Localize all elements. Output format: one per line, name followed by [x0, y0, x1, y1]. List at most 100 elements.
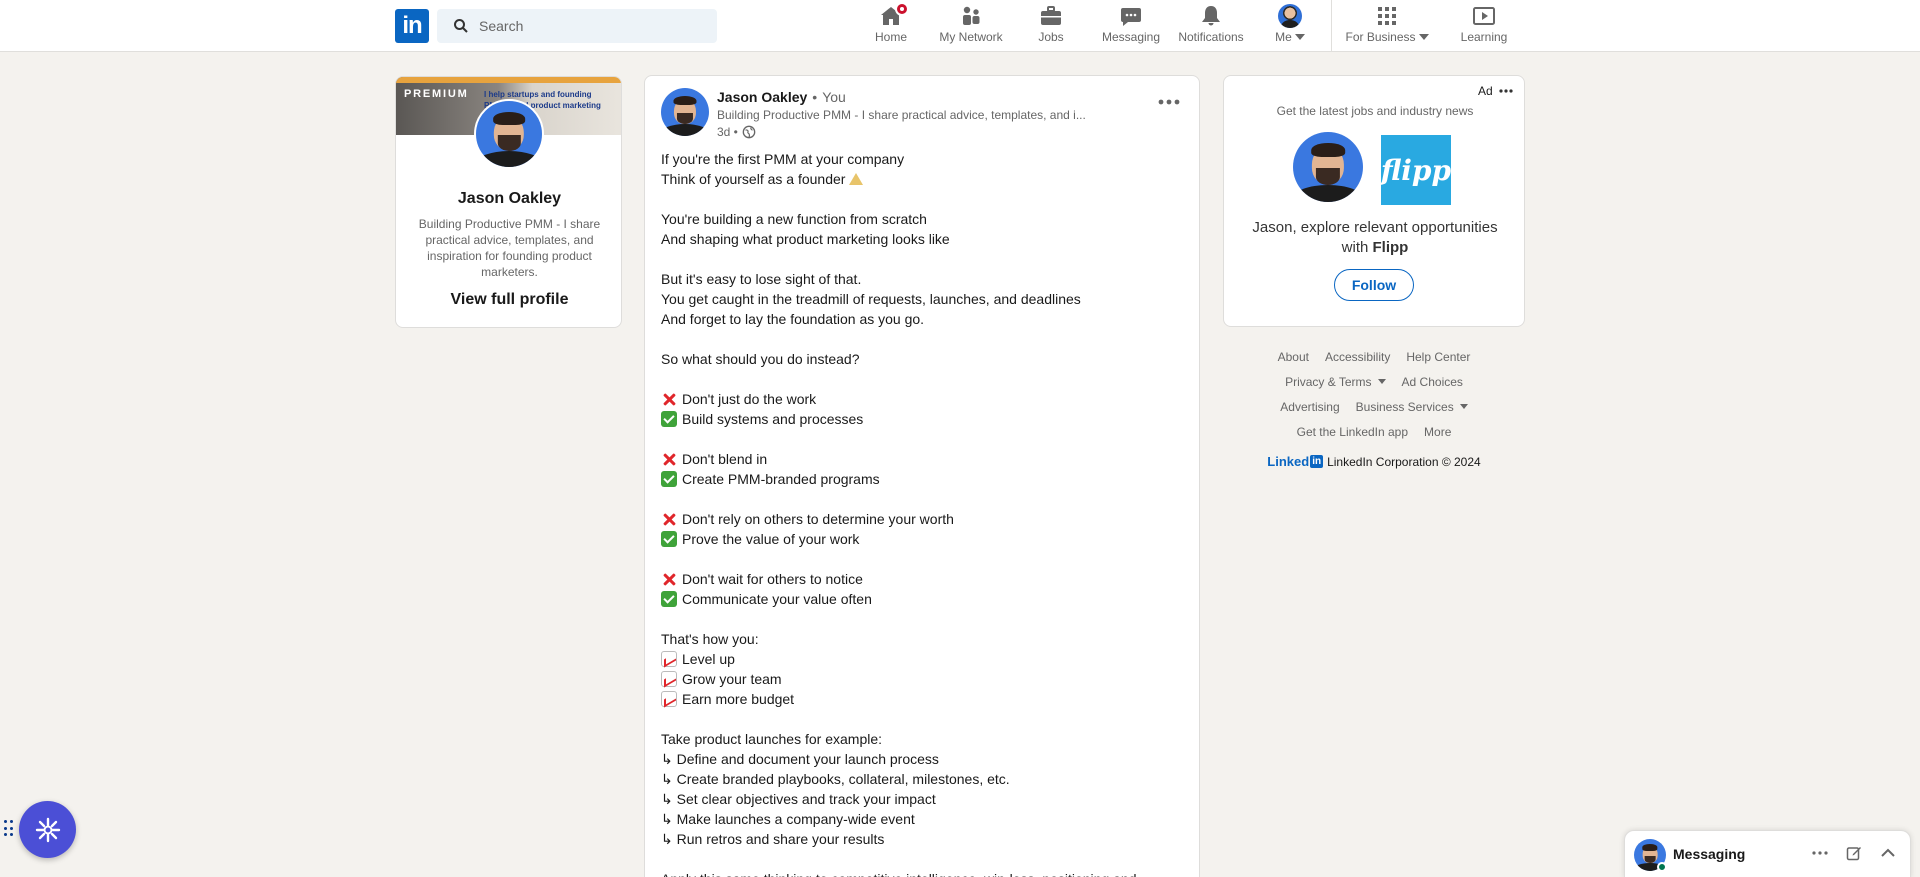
post-line-text: Grow your team	[682, 671, 782, 687]
post-line: You get caught in the treadmill of reque…	[661, 289, 1181, 309]
profile-name[interactable]: Jason Oakley	[396, 190, 621, 208]
post-line: Create PMM-branded programs	[661, 469, 1181, 489]
nav-jobs[interactable]: Jobs	[1034, 4, 1068, 50]
footer-about-link[interactable]: About	[1278, 350, 1309, 364]
messaging-title[interactable]: Messaging	[1673, 846, 1745, 862]
chevron-down-icon	[1459, 404, 1468, 409]
post-line: ↳ Define and document your launch proces…	[661, 749, 1181, 769]
search-input[interactable]	[479, 18, 699, 34]
footer-ad-choices-link[interactable]: Ad Choices	[1402, 375, 1463, 389]
compose-icon[interactable]	[1844, 843, 1864, 863]
cross-mark-icon	[661, 511, 677, 527]
chevron-down-icon	[1294, 34, 1305, 40]
nav-divider	[1331, 0, 1332, 52]
post-line: Don't rely on others to determine your w…	[661, 509, 1181, 529]
ad-card: Ad Get the latest jobs and industry news…	[1223, 75, 1525, 327]
post-line: Don't blend in	[661, 449, 1181, 469]
post-line-text: Take product launches for example:	[661, 731, 883, 747]
post-line: Grow your team	[661, 669, 1181, 689]
footer-privacy-terms-link[interactable]: Privacy & Terms	[1285, 375, 1386, 389]
learning-icon	[1472, 4, 1496, 28]
nav-me[interactable]: Me	[1270, 4, 1310, 50]
post-line: Level up	[661, 649, 1181, 669]
nav-for-business-label: For Business	[1345, 30, 1416, 44]
post-line-text: But it's easy to lose sight of that.	[661, 271, 862, 287]
nav-my-network[interactable]: My Network	[936, 4, 1006, 50]
post-line: And shaping what product marketing looks…	[661, 229, 1181, 249]
linkedin-wordmark: Linked in	[1267, 454, 1324, 469]
post-line: That's how you:	[661, 629, 1181, 649]
footer-accessibility-link[interactable]: Accessibility	[1325, 350, 1390, 364]
check-mark-icon	[661, 531, 677, 547]
ad-message: Jason, explore relevant opportunities wi…	[1240, 218, 1510, 258]
ad-more-options-icon[interactable]	[1496, 81, 1516, 101]
post-line: If you're the first PMM at your company	[661, 149, 1181, 169]
chart-increasing-icon	[661, 671, 677, 687]
floating-assistant-button[interactable]	[19, 801, 76, 858]
search-icon	[454, 19, 468, 33]
profile-avatar[interactable]	[474, 99, 544, 169]
post-card: Jason Oakley • You Building Productive P…	[644, 75, 1200, 877]
search-box[interactable]	[437, 9, 717, 43]
home-icon	[879, 2, 909, 28]
post-line-text: ↳ Create branded playbooks, collateral, …	[661, 771, 1010, 787]
post-more-options-icon[interactable]	[1153, 86, 1185, 118]
messaging-more-icon[interactable]	[1810, 843, 1830, 863]
nav-my-network-label: My Network	[939, 30, 1003, 44]
footer-get-app-link[interactable]: Get the LinkedIn app	[1297, 425, 1408, 439]
nav-notifications[interactable]: Notifications	[1174, 4, 1248, 50]
chevron-up-icon[interactable]	[1878, 843, 1898, 863]
post-line-text: If you're the first PMM at your company	[661, 151, 905, 167]
nav-me-label: Me	[1275, 30, 1292, 44]
post-line-text: You're building a new function from scra…	[661, 211, 927, 227]
view-full-profile-link[interactable]: View full profile	[396, 291, 621, 309]
post-line: Prove the value of your work	[661, 529, 1181, 549]
post-line-text: You get caught in the treadmill of reque…	[661, 291, 1081, 307]
post-line: You're building a new function from scra…	[661, 209, 1181, 229]
post-line-text: Don't rely on others to determine your w…	[682, 511, 954, 527]
post-line-text: ↳ Run retros and share your results	[661, 831, 885, 847]
post-author-name[interactable]: Jason Oakley	[717, 89, 807, 105]
post-line: Build systems and processes	[661, 409, 1181, 429]
post-line-text: And shaping what product marketing looks…	[661, 231, 950, 247]
post-line-text: So what should you do instead?	[661, 351, 860, 367]
flipp-logo[interactable]: flipp	[1381, 135, 1451, 205]
post-author-line: Jason Oakley • You	[717, 89, 846, 105]
nav-for-business[interactable]: For Business	[1342, 4, 1432, 50]
nav-home[interactable]: Home	[874, 2, 909, 50]
chart-increasing-icon	[661, 691, 677, 707]
chart-increasing-icon	[661, 651, 677, 667]
premium-label: PREMIUM	[404, 88, 469, 100]
post-timestamp: 3d •	[717, 125, 756, 139]
post-line-text: Create PMM-branded programs	[682, 471, 880, 487]
nav-home-label: Home	[874, 30, 907, 44]
footer-advertising-link[interactable]: Advertising	[1280, 400, 1339, 414]
footer-business-services-link[interactable]: Business Services	[1356, 400, 1468, 414]
post-author-avatar[interactable]	[661, 88, 709, 136]
post-line: ↳ Set clear objectives and track your im…	[661, 789, 1181, 809]
drag-handle-icon[interactable]	[4, 820, 14, 838]
post-line-text: That's how you:	[661, 631, 759, 647]
check-mark-icon	[661, 411, 677, 427]
post-body: If you're the first PMM at your company T…	[661, 149, 1181, 877]
messaging-overlay-bar[interactable]: Messaging	[1624, 830, 1911, 877]
bell-icon	[1199, 4, 1223, 28]
nav-notifications-label: Notifications	[1178, 30, 1244, 44]
nav-messaging[interactable]: Messaging	[1100, 4, 1162, 50]
linkedin-logo[interactable]: in	[395, 9, 429, 43]
post-line: Don't just do the work	[661, 389, 1181, 409]
follow-button[interactable]: Follow	[1334, 269, 1414, 301]
nav-learning[interactable]: Learning	[1458, 4, 1510, 50]
footer-more-link[interactable]: More	[1424, 425, 1451, 439]
post-line-text: Communicate your value often	[682, 591, 872, 607]
cross-mark-icon	[661, 571, 677, 587]
footer-business-services-label: Business Services	[1355, 399, 1454, 414]
footer-help-center-link[interactable]: Help Center	[1406, 350, 1470, 364]
network-icon	[959, 4, 983, 28]
